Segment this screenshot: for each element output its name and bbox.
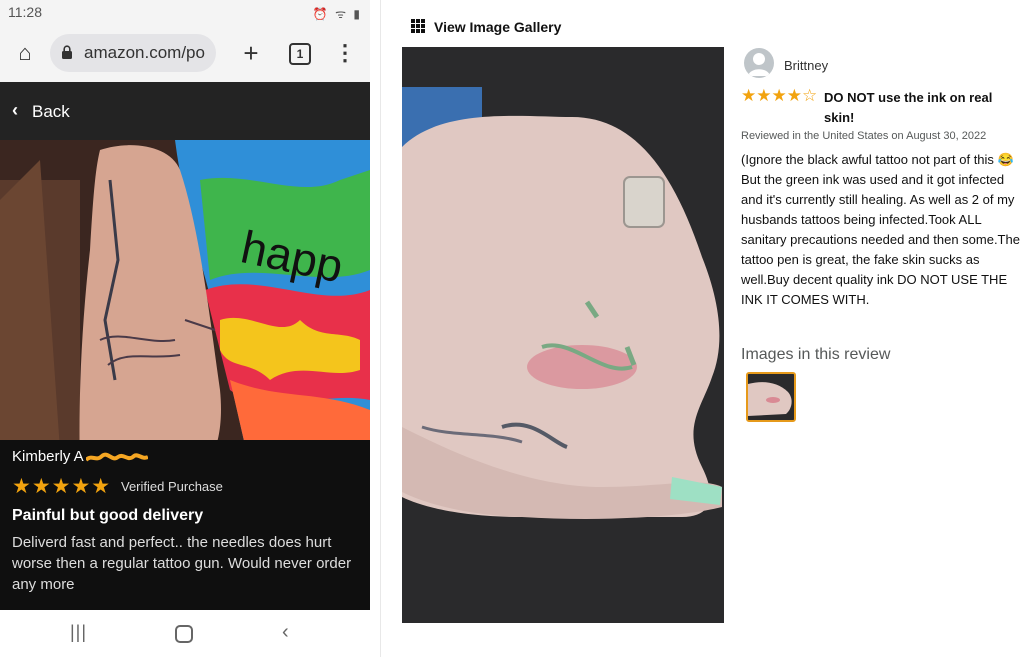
- reviewer-name: Kimberly A: [12, 448, 84, 465]
- thumbnail-image: [748, 374, 794, 420]
- status-icons: ⏰ ᯤ ▮: [312, 7, 362, 21]
- redaction-scribble: [86, 452, 148, 462]
- home-nav-icon[interactable]: [175, 625, 193, 643]
- hand-tattoo-illustration: [402, 47, 724, 623]
- lock-icon: [62, 45, 72, 59]
- url-bar[interactable]: amazon.com/po: [50, 34, 216, 72]
- status-time: 11:28: [8, 4, 42, 20]
- review-title[interactable]: DO NOT use the ink on real skin!: [824, 88, 1024, 128]
- verified-purchase-badge: Verified Purchase: [121, 479, 223, 494]
- chevron-left-icon: ‹: [12, 100, 18, 120]
- desktop-review-screenshot: View Image Gallery Brittney ★★★★☆ DO NOT…: [380, 0, 1024, 657]
- review-date: Reviewed in the United States on August …: [741, 130, 987, 142]
- back-label: Back: [32, 102, 70, 121]
- back-nav-icon[interactable]: ‹: [282, 621, 289, 644]
- browser-toolbar: ⌂ amazon.com/po + 1 ⋮: [0, 26, 370, 82]
- android-nav-bar: ||| ‹: [0, 610, 370, 657]
- review-body: Deliverd fast and perfect.. the needles …: [12, 534, 352, 593]
- status-bar: 11:28 ⏰ ᯤ ▮: [0, 0, 370, 26]
- url-text: amazon.com/po: [84, 43, 205, 62]
- recent-apps-icon[interactable]: |||: [70, 622, 87, 643]
- user-icon: [748, 53, 770, 76]
- avatar: [744, 48, 774, 78]
- review-title: Painful but good delivery: [12, 507, 204, 524]
- overflow-menu-icon[interactable]: ⋮: [334, 40, 356, 66]
- back-button[interactable]: ‹ Back: [0, 82, 370, 140]
- new-tab-button[interactable]: +: [238, 38, 264, 68]
- star-rating: ★★★★★: [12, 475, 112, 498]
- home-icon[interactable]: ⌂: [12, 40, 38, 66]
- review-body: (Ignore the black awful tattoo not part …: [741, 152, 1020, 307]
- review-image-thumbnail[interactable]: [746, 372, 796, 422]
- arm-tattoo-illustration: happ: [0, 140, 370, 467]
- grid-icon[interactable]: [411, 19, 425, 33]
- review-photo-arm-tattoo[interactable]: happ: [0, 140, 370, 467]
- phone-screenshot: 11:28 ⏰ ᯤ ▮ ⌂ amazon.com/po + 1 ⋮ ‹ Back: [0, 0, 370, 657]
- reviewer-name: Brittney: [784, 58, 829, 73]
- review-photo-hand-tattoo[interactable]: [402, 47, 724, 623]
- tab-switcher-button[interactable]: 1: [289, 43, 311, 65]
- view-image-gallery-link[interactable]: View Image Gallery: [434, 19, 561, 35]
- images-in-review-heading: Images in this review: [741, 346, 891, 363]
- star-rating: ★★★★☆: [741, 86, 818, 105]
